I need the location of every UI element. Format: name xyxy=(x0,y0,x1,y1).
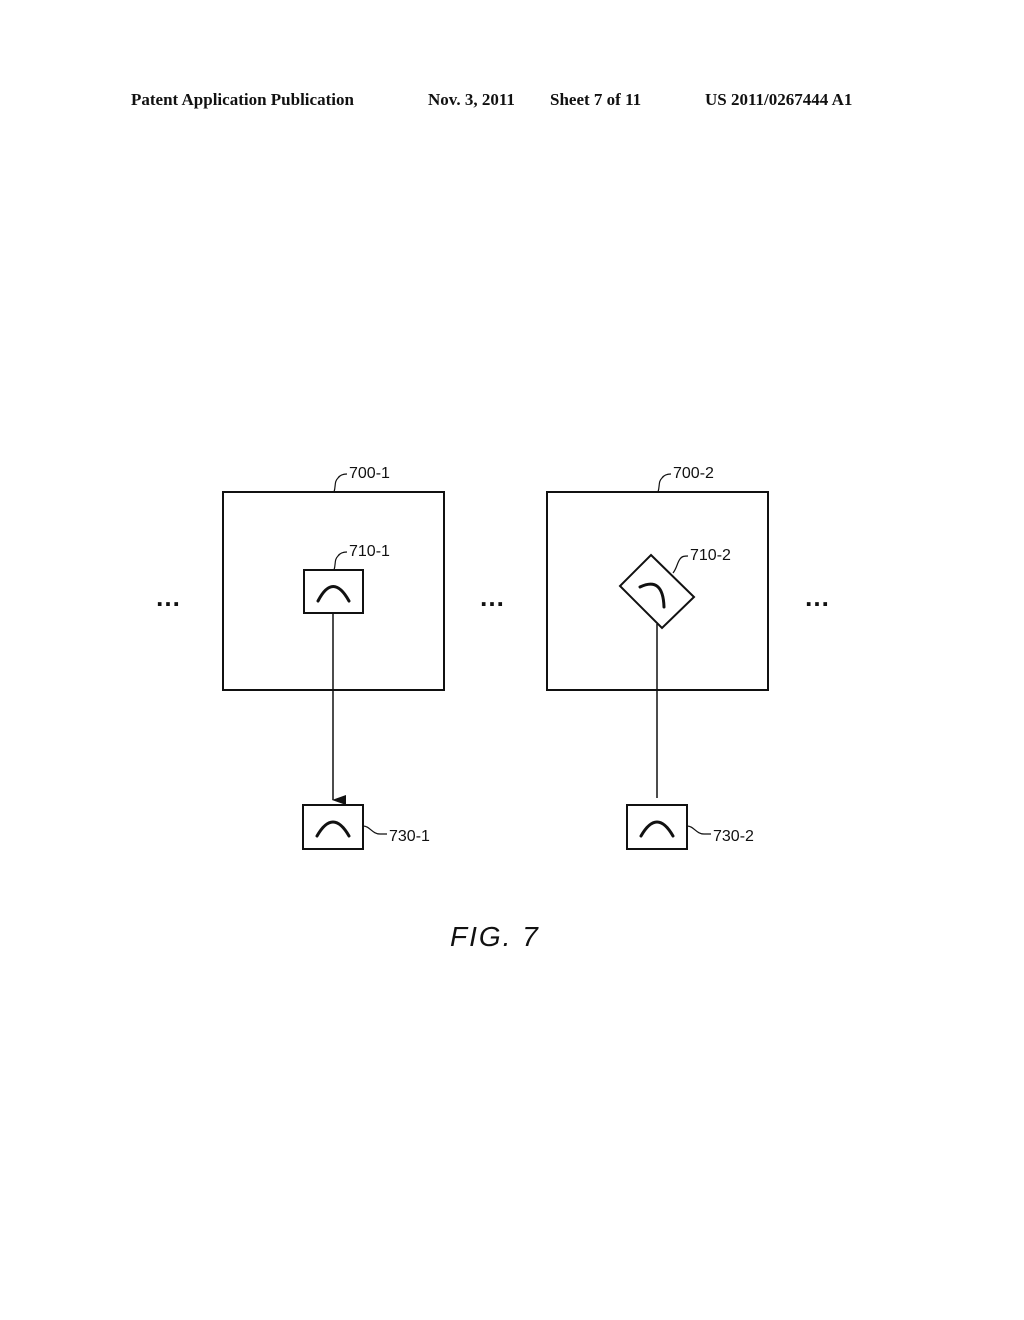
frame-label: 700-1 xyxy=(349,465,390,482)
ellipsis-left: … xyxy=(155,582,181,612)
output-730-1: 730-1 xyxy=(302,804,430,850)
leader-line xyxy=(686,825,711,835)
feature-label: 710-2 xyxy=(690,547,731,564)
leader-line xyxy=(333,473,348,493)
output-label: 730-1 xyxy=(389,828,430,845)
leader-line xyxy=(362,825,387,835)
curve-icon xyxy=(316,585,351,603)
ellipsis-right: … xyxy=(804,582,830,612)
leader-line xyxy=(672,555,689,574)
output-label: 730-2 xyxy=(713,828,754,845)
curve-icon xyxy=(315,820,351,838)
frame-label: 700-2 xyxy=(673,465,714,482)
leader-line xyxy=(333,551,348,571)
feature-box xyxy=(303,569,364,614)
feature-710-1: 710-1 xyxy=(303,543,390,614)
frame-700-2: 700-2 710-2 730-2 xyxy=(546,465,769,850)
output-box xyxy=(626,804,688,850)
frame-700-1: 700-1 710-1 730-1 xyxy=(222,465,445,850)
curve-icon xyxy=(639,820,675,838)
output-box xyxy=(302,804,364,850)
ellipsis-middle: … xyxy=(479,582,505,612)
figure-7-diagram: … … … 700-1 710-1 730-1 700-2 710-2 730-… xyxy=(155,465,830,952)
feature-710-2: 710-2 xyxy=(618,547,731,630)
rotated-feature-box xyxy=(618,553,696,630)
figure-caption: FIG. 7 xyxy=(450,921,540,952)
output-730-2: 730-2 xyxy=(626,804,754,850)
leader-line xyxy=(657,473,672,493)
curve-icon xyxy=(638,582,666,609)
feature-label: 710-1 xyxy=(349,543,390,560)
